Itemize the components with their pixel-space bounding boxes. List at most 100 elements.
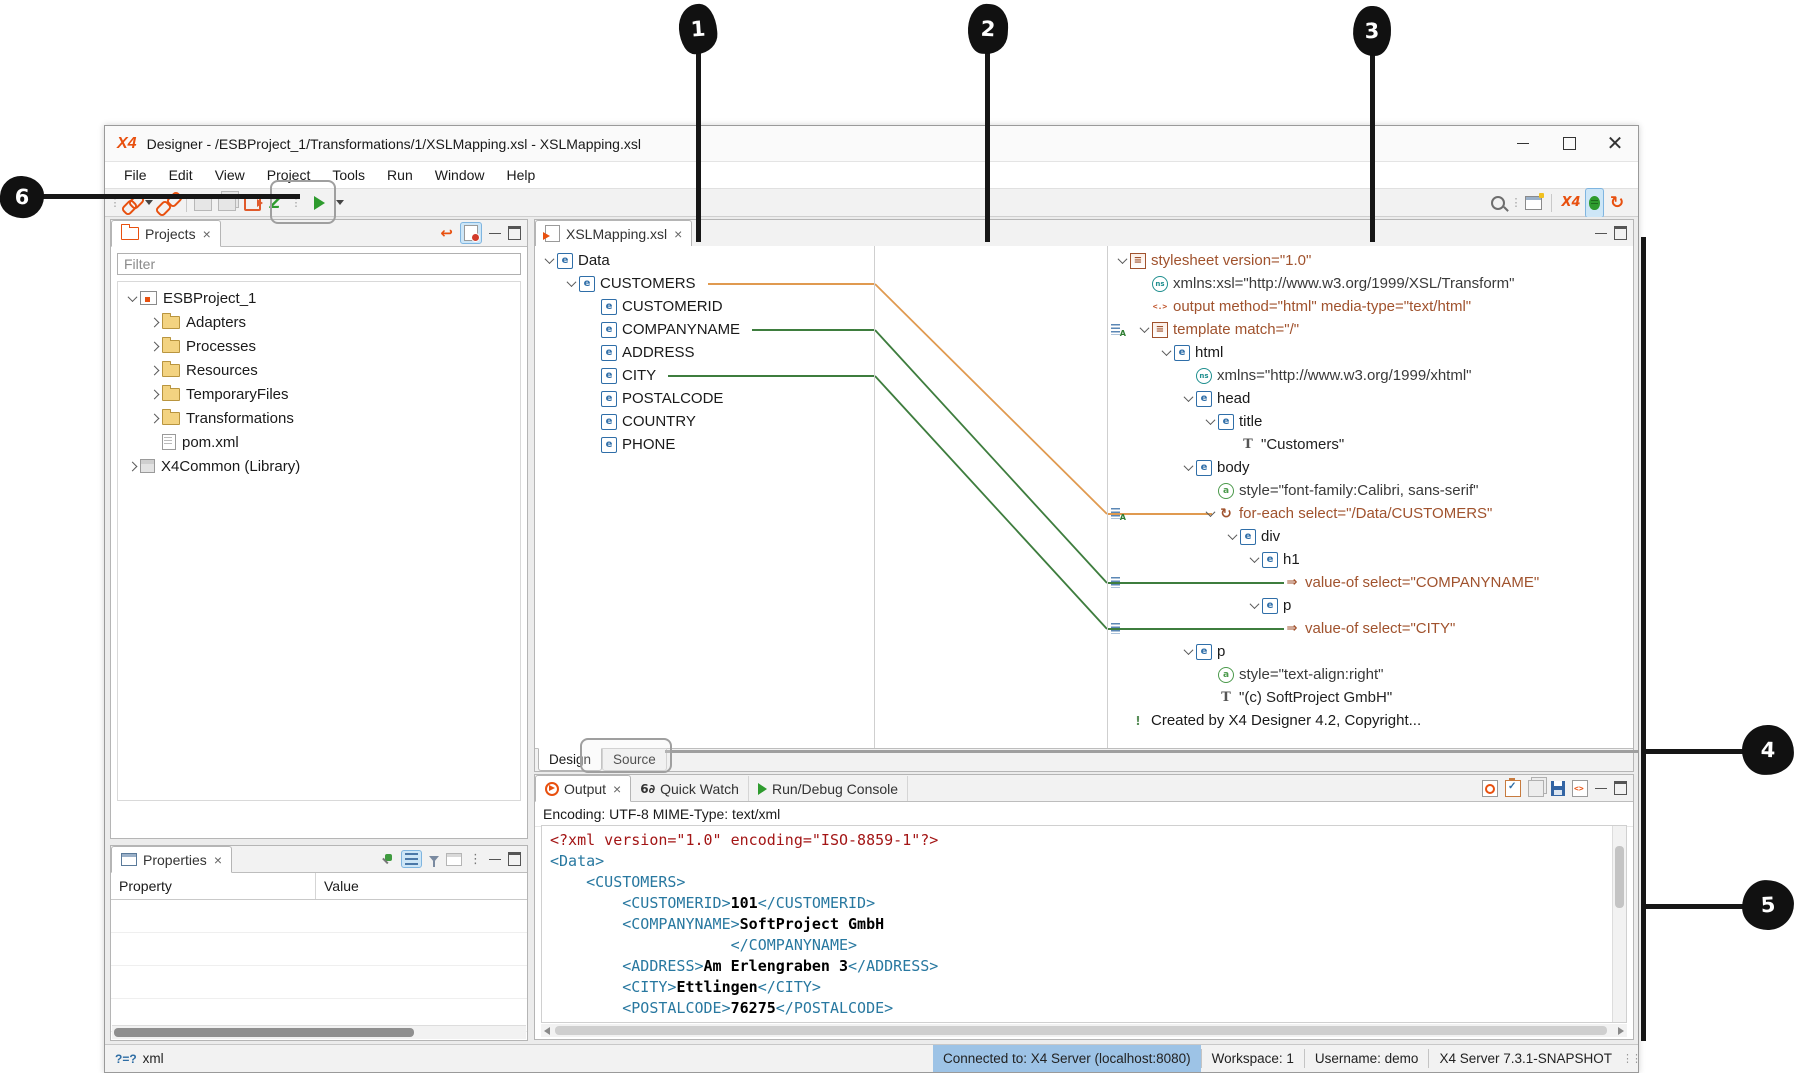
tree-row[interactable]: T"Customers" — [1108, 433, 1633, 456]
copy-icon[interactable] — [1528, 780, 1544, 797]
run-dropdown-icon[interactable] — [336, 200, 344, 205]
tab-source[interactable]: Source — [602, 748, 667, 771]
menu-window[interactable]: Window — [424, 164, 496, 186]
table-icon[interactable] — [446, 853, 462, 866]
menu-run[interactable]: Run — [376, 164, 424, 186]
tree-row[interactable]: eCUSTOMERID — [535, 295, 874, 318]
expander-icon[interactable] — [1202, 414, 1218, 430]
tree-row[interactable]: ePHONE — [535, 433, 874, 456]
scrollbar-thumb[interactable] — [114, 1028, 414, 1037]
tree-row[interactable]: ehead — [1108, 387, 1633, 410]
tab-properties[interactable]: Properties × — [111, 846, 232, 873]
horizontal-scrollbar[interactable] — [541, 1024, 1627, 1037]
expander-icon[interactable] — [146, 338, 162, 354]
minimize-panel-icon[interactable] — [489, 233, 501, 234]
tab-xslmapping[interactable]: XSLMapping.xsl × — [535, 220, 692, 247]
tree-row[interactable]: etitle — [1108, 410, 1633, 433]
tree-row[interactable]: T"(c) SoftProject GmbH" — [1108, 686, 1633, 709]
save-all-button[interactable] — [214, 191, 240, 215]
mapping-canvas[interactable] — [875, 246, 1107, 749]
minimize-button[interactable] — [1500, 126, 1546, 161]
scroll-right-icon[interactable] — [1618, 1027, 1624, 1035]
tree-row[interactable]: eh1 — [1108, 548, 1633, 571]
expander-icon[interactable] — [124, 458, 140, 474]
tree-row[interactable]: ⇒value-of select="COMPANYNAME" — [1108, 571, 1633, 594]
menu-help[interactable]: Help — [496, 164, 547, 186]
menu-project[interactable]: Project — [256, 164, 322, 186]
expander-icon[interactable] — [1180, 460, 1196, 476]
tree-row[interactable]: eCUSTOMERS — [535, 272, 874, 295]
tab-quick-watch[interactable]: 6∂ Quick Watch — [631, 776, 749, 801]
transform-button[interactable]: Z — [264, 191, 286, 215]
expander-icon[interactable] — [146, 314, 162, 330]
tree-row[interactable]: !Created by X4 Designer 4.2, Copyright..… — [1108, 709, 1633, 732]
scroll-left-icon[interactable] — [544, 1027, 550, 1035]
tree-row[interactable]: X4Common (Library) — [118, 454, 520, 478]
menu-view[interactable]: View — [204, 164, 256, 186]
tree-row[interactable]: ↻for-each select="/Data/CUSTOMERS" — [1108, 502, 1633, 525]
expander-icon[interactable] — [1136, 322, 1152, 338]
tree-row[interactable]: Processes — [118, 334, 520, 358]
tree-row[interactable]: ePOSTALCODE — [535, 387, 874, 410]
tree-mode-button[interactable] — [401, 850, 422, 868]
tree-row[interactable]: Transformations — [118, 406, 520, 430]
link-with-editor-icon[interactable]: ↩ — [440, 224, 453, 242]
menu-edit[interactable]: Edit — [158, 164, 204, 186]
debug-perspective-button[interactable] — [1585, 188, 1604, 218]
tree-row[interactable]: ep — [1108, 594, 1633, 617]
link-mapping-button[interactable] — [119, 191, 145, 215]
close-button[interactable]: ✕ — [1592, 126, 1638, 161]
expander-icon[interactable] — [1246, 598, 1262, 614]
maximize-button[interactable] — [1546, 126, 1592, 161]
close-icon[interactable]: × — [613, 782, 621, 796]
close-icon[interactable]: × — [214, 853, 222, 867]
column-property[interactable]: Property — [111, 873, 316, 899]
view-source-icon[interactable] — [1572, 780, 1588, 797]
close-icon[interactable]: × — [203, 227, 211, 241]
tree-row[interactable]: ep — [1108, 640, 1633, 663]
expander-icon[interactable] — [1180, 391, 1196, 407]
close-icon[interactable]: × — [674, 227, 682, 241]
tree-row[interactable]: ebody — [1108, 456, 1633, 479]
tree-row[interactable]: Adapters — [118, 310, 520, 334]
find-in-output-icon[interactable] — [1482, 780, 1498, 797]
expander-icon[interactable] — [1114, 253, 1130, 269]
validate-icon[interactable] — [1505, 780, 1521, 797]
tree-row[interactable]: eADDRESS — [535, 341, 874, 364]
expander-icon[interactable] — [124, 290, 140, 306]
tab-projects[interactable]: Projects × — [111, 220, 221, 247]
tree-row[interactable]: astyle="font-family:Calibri, sans-serif" — [1108, 479, 1633, 502]
open-perspective-button[interactable] — [1520, 191, 1546, 215]
expander-icon[interactable] — [146, 362, 162, 378]
expander-icon[interactable] — [563, 276, 579, 292]
expander-icon[interactable] — [1246, 552, 1262, 568]
tree-row[interactable]: eCOMPANYNAME — [535, 318, 874, 341]
output-code-area[interactable]: <?xml version="1.0" encoding="ISO-8859-1… — [541, 825, 1627, 1023]
minimize-panel-icon[interactable] — [489, 859, 501, 860]
menu-file[interactable]: File — [113, 164, 158, 186]
filter-icon[interactable] — [429, 856, 439, 862]
filter-input[interactable] — [117, 253, 521, 275]
tab-run-debug-console[interactable]: Run/Debug Console — [749, 776, 908, 801]
tab-design[interactable]: Design — [538, 748, 602, 771]
expander-icon[interactable] — [541, 253, 557, 269]
redo-button[interactable] — [240, 191, 264, 215]
maximize-panel-icon[interactable] — [508, 226, 521, 240]
tree-row[interactable]: <.>output method="html" media-type="text… — [1108, 295, 1633, 318]
refresh-button[interactable]: ↻ — [1604, 191, 1630, 215]
tree-row[interactable]: eCITY — [535, 364, 874, 387]
link-dropdown-icon[interactable] — [145, 200, 153, 205]
search-button[interactable] — [1486, 191, 1510, 215]
expander-icon[interactable] — [146, 410, 162, 426]
tree-row[interactable]: pom.xml — [118, 430, 520, 454]
tree-row[interactable]: ediv — [1108, 525, 1633, 548]
tree-row[interactable]: Resources — [118, 358, 520, 382]
tree-row[interactable]: astyle="text-align:right" — [1108, 663, 1633, 686]
menu-tools[interactable]: Tools — [321, 164, 376, 186]
focus-active-file-button[interactable] — [460, 222, 482, 244]
maximize-panel-icon[interactable] — [508, 852, 521, 866]
run-button[interactable] — [306, 191, 332, 215]
tree-row[interactable]: TemporaryFiles — [118, 382, 520, 406]
tree-row[interactable]: ehtml — [1108, 341, 1633, 364]
expander-icon[interactable] — [1224, 529, 1240, 545]
